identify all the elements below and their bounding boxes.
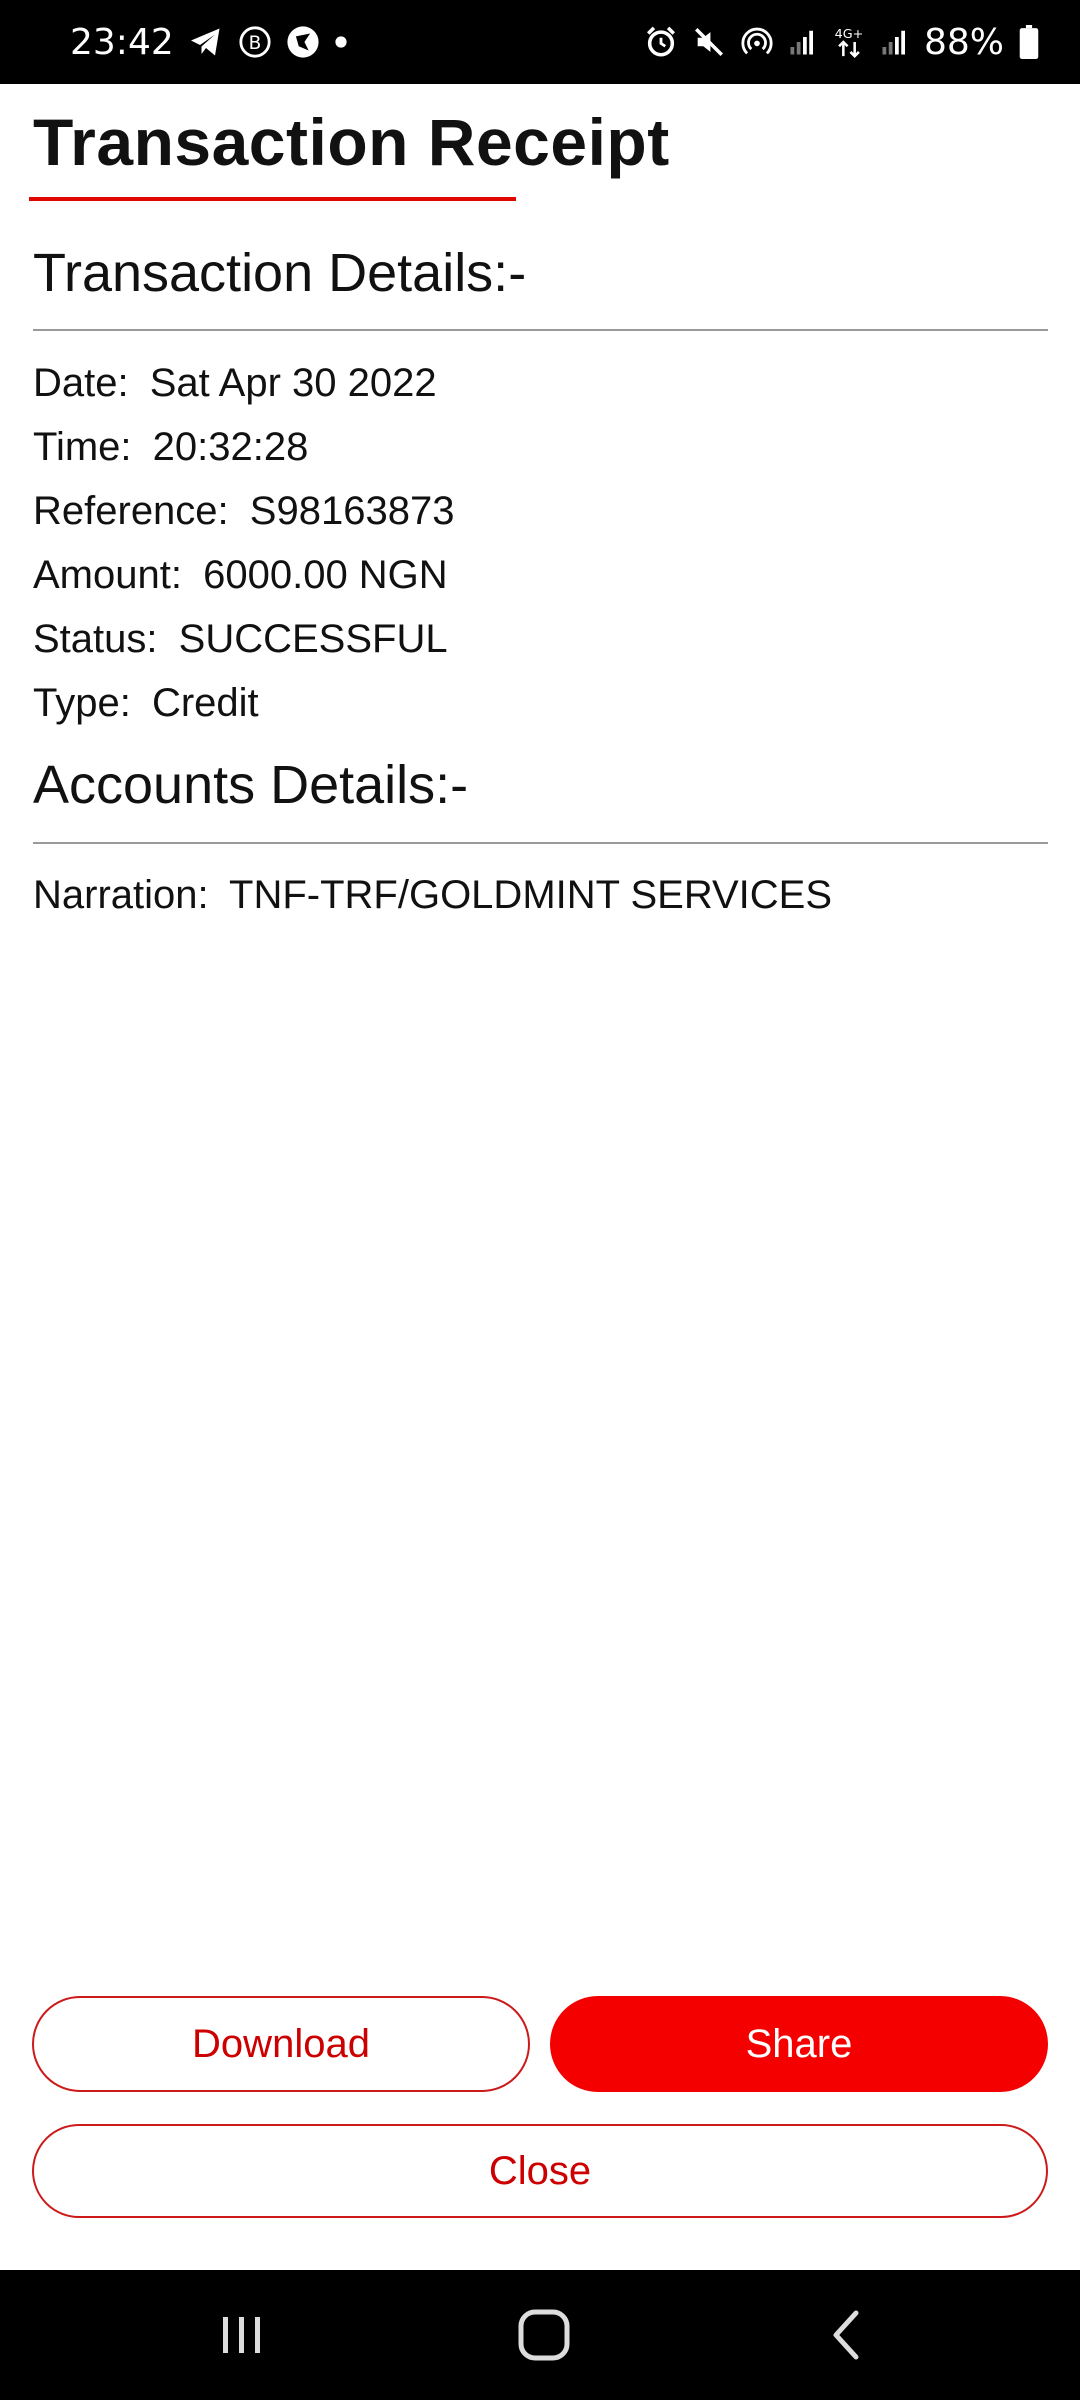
- 4g-plus-icon: 4G+: [832, 25, 866, 59]
- type-value: Credit: [151, 681, 259, 725]
- date-label: Date:: [33, 361, 129, 405]
- status-bar: 23:42 B 4G+ 88%: [0, 0, 1080, 84]
- narration-value: TNF-TRF/GOLDMINT SERVICES: [229, 873, 833, 917]
- mute-icon: [692, 25, 726, 59]
- time-value: 20:32:28: [152, 425, 309, 469]
- type-label: Type:: [33, 681, 131, 725]
- alarm-icon: [644, 25, 678, 59]
- close-button[interactable]: Close: [32, 2124, 1048, 2218]
- amount-label: Amount:: [33, 553, 182, 597]
- detail-row-reference: Reference: S98163873: [33, 486, 454, 536]
- battery-icon: [1018, 25, 1040, 59]
- detail-row-status: Status: SUCCESSFUL: [33, 614, 448, 664]
- browser-icon: [286, 25, 320, 59]
- time-label: Time:: [33, 425, 132, 469]
- reference-label: Reference:: [33, 489, 229, 533]
- accounts-details-heading: Accounts Details:-: [33, 755, 469, 815]
- reference-value: S98163873: [249, 489, 455, 533]
- hotspot-icon: [740, 25, 774, 59]
- svg-text:4G+: 4G+: [835, 27, 864, 42]
- page-title: Transaction Receipt: [33, 105, 670, 179]
- home-icon[interactable]: [474, 2270, 614, 2400]
- status-time: 23:42: [70, 21, 174, 63]
- signal-icon: [880, 27, 910, 57]
- detail-row-time: Time: 20:32:28: [33, 422, 308, 472]
- status-label: Status:: [33, 617, 158, 661]
- transaction-details-heading: Transaction Details:-: [33, 243, 527, 303]
- recent-apps-icon[interactable]: [172, 2270, 312, 2400]
- b-circle-icon: B: [238, 25, 272, 59]
- title-underline: [29, 197, 516, 201]
- battery-percent: 88%: [923, 21, 1004, 63]
- detail-row-amount: Amount: 6000.00 NGN: [33, 550, 448, 600]
- status-left: 23:42 B: [70, 22, 348, 63]
- download-button[interactable]: Download: [32, 1996, 530, 2092]
- narration-label: Narration:: [33, 873, 209, 917]
- dot-icon: [334, 35, 348, 49]
- signal-icon: [788, 27, 818, 57]
- svg-text:B: B: [248, 33, 261, 54]
- back-icon[interactable]: [776, 2270, 916, 2400]
- date-value: Sat Apr 30 2022: [149, 361, 437, 405]
- status-value: SUCCESSFUL: [178, 617, 448, 661]
- detail-row-type: Type: Credit: [33, 678, 259, 728]
- section-divider: [33, 842, 1048, 844]
- detail-row-date: Date: Sat Apr 30 2022: [33, 358, 437, 408]
- telegram-icon: [188, 24, 224, 60]
- detail-row-narration: Narration: TNF-TRF/GOLDMINT SERVICES: [33, 870, 832, 920]
- amount-value: 6000.00 NGN: [203, 553, 448, 597]
- section-divider: [33, 329, 1048, 331]
- navigation-bar: [0, 2270, 1080, 2400]
- share-button[interactable]: Share: [550, 1996, 1048, 2092]
- status-right: 4G+ 88%: [644, 22, 1040, 63]
